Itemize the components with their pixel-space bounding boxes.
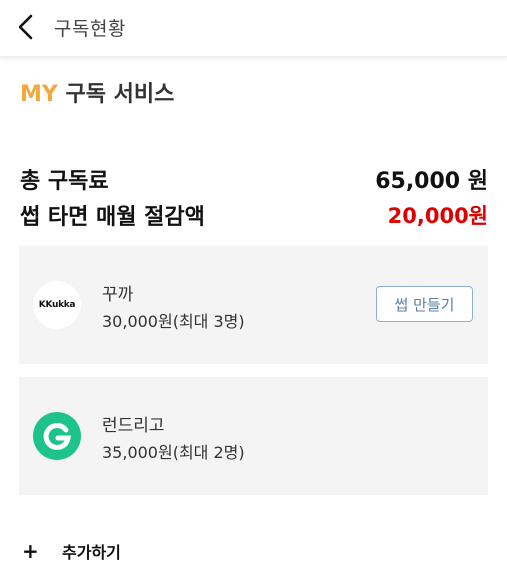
- add-label: 추가하기: [62, 543, 121, 562]
- subscription-price: 35,000원(최대 2명): [102, 443, 245, 462]
- monthly-saving-value: 20,000원: [387, 204, 488, 228]
- back-button[interactable]: [8, 10, 44, 44]
- add-subscription-button[interactable]: + 추가하기: [22, 539, 121, 563]
- section-title-text: 구독 서비스: [65, 82, 175, 107]
- create-sub-button[interactable]: 썹 만들기: [376, 286, 473, 322]
- total-fee-value: 65,000 원: [375, 169, 488, 194]
- kukka-logo: KKukka: [33, 281, 81, 329]
- total-fee-label: 총 구독료: [20, 169, 109, 194]
- chevron-left-icon: [18, 14, 33, 40]
- page-title: 구독현황: [54, 18, 126, 40]
- top-bar: 구독현황: [0, 0, 507, 57]
- plus-icon: +: [22, 539, 39, 563]
- section-title: MY 구독 서비스: [20, 76, 174, 108]
- kukka-logo-text: KKukka: [38, 300, 76, 310]
- total-fee-row: 총 구독료 65,000 원: [20, 163, 488, 195]
- subscription-price: 30,000원(최대 3명): [102, 312, 245, 331]
- subscription-name: 꾸까: [102, 285, 134, 305]
- section-title-prefix: MY: [20, 82, 58, 107]
- subscription-card-kukka[interactable]: KKukka 꾸까 30,000원(최대 3명) 썹 만들기: [19, 246, 488, 364]
- subscription-name: 런드리고: [102, 416, 165, 436]
- laundrygo-logo: [33, 412, 81, 460]
- monthly-saving-label: 썹 타면 매월 절감액: [20, 205, 205, 230]
- monthly-saving-row: 썹 타면 매월 절감액 20,000원: [20, 199, 488, 231]
- subscription-card-laundrygo[interactable]: 런드리고 35,000원(최대 2명): [19, 377, 488, 495]
- g-logo-icon: [43, 422, 71, 450]
